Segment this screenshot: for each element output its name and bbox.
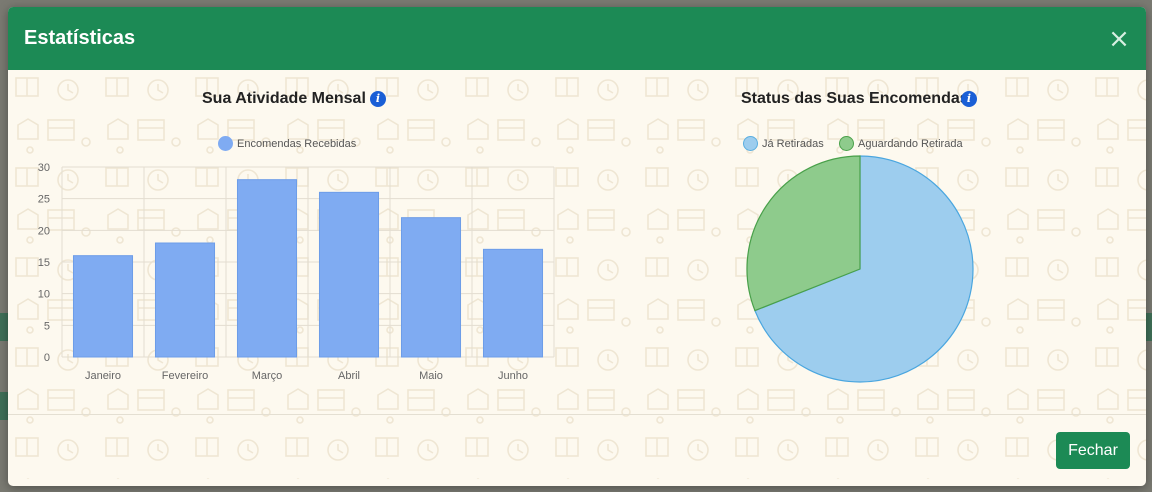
bar (154, 242, 216, 358)
modal-footer-divider (8, 414, 1146, 415)
bar (482, 248, 544, 358)
bar (400, 217, 462, 358)
statistics-modal: Estatísticas × Sua Atividade Mensal i En… (8, 7, 1146, 486)
y-tick-label: 30 (38, 162, 50, 174)
pie-legend-item-retiradas[interactable]: Já Retiradas (743, 136, 824, 151)
x-tick-label: Janeiro (85, 370, 121, 382)
bar (236, 179, 298, 358)
x-tick-label: Maio (419, 370, 443, 382)
legend-swatch (743, 136, 758, 151)
bar-chart: 0 5 10 15 20 25 30 Janeiro Fevereiro Março Abril Ma… (38, 162, 555, 382)
modal-header: Estatísticas × (8, 7, 1146, 70)
legend-label: Já Retiradas (762, 137, 824, 150)
legend-swatch (839, 136, 854, 151)
y-tick-label: 0 (44, 352, 50, 364)
pie-chart (746, 155, 974, 383)
y-tick-label: 15 (38, 257, 50, 269)
y-tick-label: 20 (38, 225, 50, 237)
x-tick-label: Fevereiro (162, 370, 208, 382)
x-tick-label: Abril (338, 370, 360, 382)
bar (318, 191, 380, 358)
y-tick-label: 25 (38, 194, 50, 206)
pie-legend-item-aguardando[interactable]: Aguardando Retirada (839, 136, 963, 151)
info-icon[interactable]: i (961, 91, 977, 107)
pie-chart-title: Status das Suas Encomendas (741, 90, 969, 107)
legend-label: Aguardando Retirada (858, 137, 963, 150)
y-tick-label: 5 (44, 320, 50, 332)
x-tick-label: Março (252, 370, 283, 382)
x-tick-label: Junho (498, 370, 528, 382)
modal-title: Estatísticas (24, 27, 136, 49)
close-icon[interactable]: × (1108, 26, 1130, 52)
close-button[interactable]: Fechar (1056, 432, 1130, 469)
bar (72, 255, 134, 358)
y-tick-label: 10 (38, 289, 50, 301)
